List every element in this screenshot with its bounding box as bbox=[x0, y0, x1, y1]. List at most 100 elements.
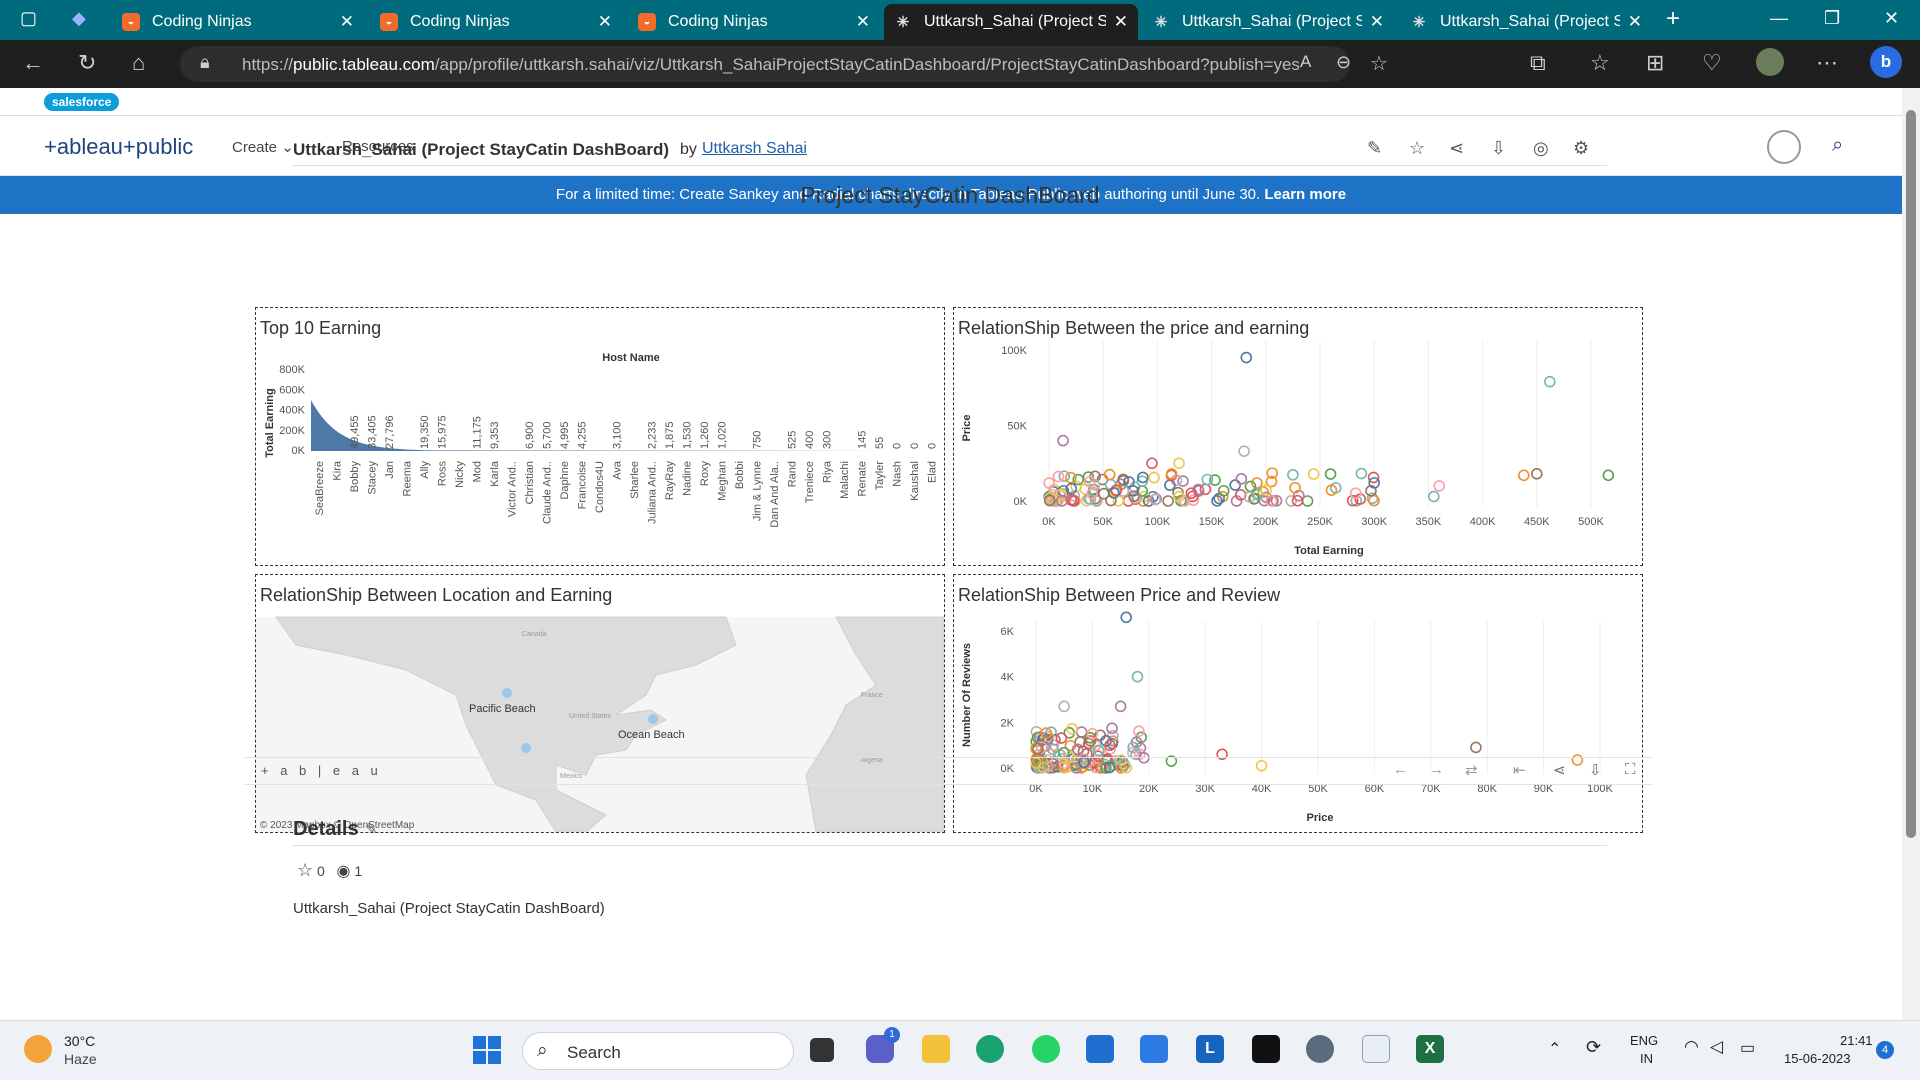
scatter-point[interactable] bbox=[1428, 490, 1440, 503]
user-avatar[interactable] bbox=[1767, 130, 1801, 164]
scatter-point[interactable] bbox=[1324, 468, 1337, 480]
bar-chart[interactable]: Host Name Total Earning 0K 200K 400K 600K 80… bbox=[256, 308, 944, 565]
favorite-star-icon[interactable]: ☆ bbox=[297, 860, 313, 880]
browser-tab-2[interactable]: ◒ Coding Ninjas ✕ bbox=[370, 4, 622, 40]
scatter-point[interactable] bbox=[1240, 351, 1253, 364]
scatter-point[interactable] bbox=[1229, 479, 1241, 491]
scatter-point[interactable] bbox=[1517, 469, 1530, 482]
workspaces-icon[interactable]: ◆ bbox=[72, 8, 86, 29]
panel-top10-earning[interactable]: Top 10 Earning Host Name Total Earning 0… bbox=[255, 307, 945, 566]
back-icon[interactable]: ← bbox=[22, 50, 44, 76]
scatter-point[interactable] bbox=[1058, 700, 1070, 713]
scatter-point[interactable] bbox=[1052, 470, 1065, 483]
author-link[interactable]: Uttkarsh Sahai bbox=[702, 140, 807, 158]
notification-badge[interactable]: 4 bbox=[1876, 1041, 1894, 1059]
scatter-chart-price-earning[interactable]: Price Total Earning 0K 50K 100K 150K 200K 250… bbox=[954, 308, 1642, 565]
file-explorer-icon[interactable] bbox=[922, 1035, 950, 1063]
bing-chat-icon[interactable]: b bbox=[1870, 46, 1902, 78]
l-app-icon[interactable]: L bbox=[1196, 1035, 1224, 1063]
close-icon[interactable]: ✕ bbox=[856, 12, 870, 32]
settings-gear-icon[interactable] bbox=[1306, 1035, 1334, 1063]
undo-icon[interactable]: ← bbox=[1393, 761, 1408, 778]
sync-icon[interactable]: ⟳ bbox=[1586, 1037, 1601, 1058]
tab-actions-icon[interactable]: ▢ bbox=[20, 8, 37, 29]
read-aloud-icon[interactable]: A bbox=[1300, 52, 1311, 72]
edit-icon[interactable]: ✎ bbox=[1367, 138, 1382, 159]
favorites-icon[interactable]: ☆ bbox=[1590, 50, 1610, 76]
extensions-icon[interactable]: ⧉ bbox=[1530, 50, 1546, 76]
browser-tab-6[interactable]: ✳ Uttkarsh_Sahai (Project Sta ✕ bbox=[1400, 4, 1652, 40]
browser-tab-5[interactable]: ✳ Uttkarsh_Sahai (Project Sta ✕ bbox=[1142, 4, 1394, 40]
share-icon[interactable]: ⋖ bbox=[1449, 138, 1464, 159]
nav-create[interactable]: Create ⌄ bbox=[232, 138, 294, 156]
settings-gear-icon[interactable]: ⚙ bbox=[1573, 138, 1589, 159]
clock-time[interactable]: 21:41 bbox=[1840, 1033, 1873, 1048]
battery-icon[interactable]: ▭ bbox=[1740, 1038, 1755, 1058]
edit-pencil-icon[interactable]: ✎ bbox=[365, 820, 378, 838]
collections-icon[interactable]: ⊞ bbox=[1646, 50, 1664, 76]
scatter-point[interactable] bbox=[1103, 468, 1116, 481]
tableau-app-icon[interactable] bbox=[1362, 1035, 1390, 1063]
tableau-wordmark[interactable]: + a b | e a u bbox=[261, 763, 382, 778]
more-icon[interactable]: ⋯ bbox=[1816, 50, 1838, 76]
reset-icon[interactable]: ⇤ bbox=[1513, 761, 1526, 779]
browser-essentials-icon[interactable]: ♡ bbox=[1702, 50, 1722, 76]
excel-icon[interactable]: X bbox=[1416, 1035, 1444, 1063]
scatter-point[interactable] bbox=[1355, 467, 1368, 480]
map[interactable]: Canada United States Mexico France Alger… bbox=[256, 575, 944, 832]
show-hidden-icons-icon[interactable]: ⌃ bbox=[1548, 1039, 1561, 1059]
teams-chat-icon[interactable]: 1 bbox=[866, 1027, 900, 1063]
scatter-point[interactable] bbox=[1120, 611, 1133, 624]
page-scrollbar[interactable] bbox=[1902, 88, 1920, 1020]
profile-avatar[interactable] bbox=[1756, 48, 1784, 76]
restore-icon[interactable]: ❐ bbox=[1824, 8, 1840, 29]
panel-price-review[interactable]: RelationShip Between Price and Review Nu… bbox=[953, 574, 1643, 833]
favorite-star-icon[interactable]: ☆ bbox=[1370, 51, 1388, 76]
scatter-point[interactable] bbox=[1602, 469, 1615, 482]
scatter-point[interactable] bbox=[1133, 725, 1145, 738]
salesforce-logo[interactable]: salesforce bbox=[44, 93, 120, 111]
edge-browser-icon[interactable] bbox=[976, 1035, 1004, 1063]
minimize-icon[interactable]: — bbox=[1770, 8, 1788, 29]
scatter-point[interactable] bbox=[1173, 457, 1185, 470]
metrics-icon[interactable]: ◎ bbox=[1533, 138, 1549, 159]
close-icon[interactable]: ✕ bbox=[598, 12, 612, 32]
close-icon[interactable]: ✕ bbox=[1114, 12, 1128, 32]
task-view-icon[interactable] bbox=[810, 1038, 834, 1062]
download-icon[interactable]: ⇩ bbox=[1491, 138, 1506, 159]
close-icon[interactable]: ✕ bbox=[340, 12, 354, 32]
search-icon[interactable]: ⌕ bbox=[1832, 134, 1843, 157]
window-close-icon[interactable]: ✕ bbox=[1884, 8, 1899, 29]
scatter-point[interactable] bbox=[1131, 670, 1144, 683]
scatter-point[interactable] bbox=[1287, 468, 1299, 481]
scatter-point[interactable] bbox=[1106, 722, 1118, 735]
whatsapp-icon[interactable] bbox=[1032, 1035, 1060, 1063]
panel-price-earning[interactable]: RelationShip Between the price and earni… bbox=[953, 307, 1643, 566]
close-icon[interactable]: ✕ bbox=[1628, 12, 1642, 32]
share-icon[interactable]: ⋖ bbox=[1553, 761, 1566, 779]
fullscreen-icon[interactable]: ⛶ bbox=[1625, 761, 1636, 778]
scatter-point[interactable] bbox=[1162, 495, 1174, 507]
mysql-shell-icon[interactable] bbox=[1252, 1035, 1280, 1063]
scatter-chart-price-review[interactable]: Number Of Reviews Price 0K 10K 20K 30K 40K 50… bbox=[954, 575, 1642, 832]
clock-date[interactable]: 15-06-2023 bbox=[1784, 1051, 1851, 1066]
tableau-public-logo[interactable]: +ableau+public bbox=[44, 134, 193, 160]
scatter-point[interactable] bbox=[1217, 484, 1230, 497]
new-tab-icon[interactable]: + bbox=[1666, 5, 1680, 33]
scatter-point[interactable] bbox=[1238, 445, 1250, 457]
wifi-icon[interactable]: ◠ bbox=[1684, 1037, 1699, 1057]
todo-icon[interactable] bbox=[1140, 1035, 1168, 1063]
refresh-icon[interactable]: ↻ bbox=[78, 50, 96, 76]
zoom-icon[interactable]: ⊖ bbox=[1336, 52, 1351, 73]
browser-tab-4-active[interactable]: ✳ Uttkarsh_Sahai (Project Sta ✕ bbox=[884, 4, 1138, 40]
panel-location-map[interactable]: RelationShip Between Location and Earnin… bbox=[255, 574, 945, 833]
scatter-point[interactable] bbox=[1146, 457, 1158, 470]
address-bar[interactable]: 🔒︎ https://public.tableau.com/app/profil… bbox=[180, 46, 1388, 82]
close-icon[interactable]: ✕ bbox=[1370, 12, 1384, 32]
redo-icon[interactable]: → bbox=[1429, 761, 1444, 778]
language-indicator[interactable]: ENG bbox=[1630, 1033, 1658, 1048]
scatter-point[interactable] bbox=[1235, 473, 1248, 485]
scatter-point[interactable] bbox=[1201, 473, 1214, 486]
map-marker-pacific-beach[interactable] bbox=[502, 688, 512, 698]
windows-start-icon[interactable] bbox=[472, 1035, 502, 1065]
